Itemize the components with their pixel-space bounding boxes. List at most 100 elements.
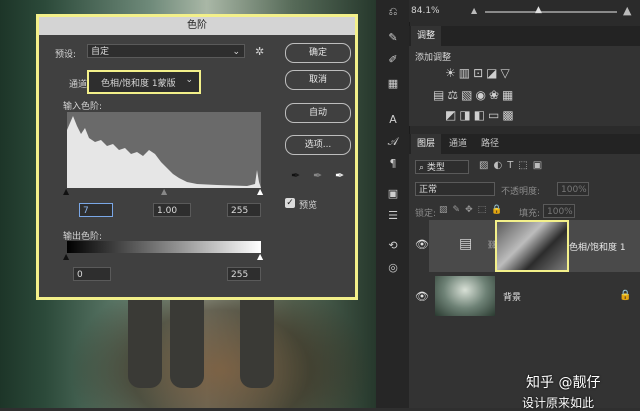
adjustment-icons-row-2[interactable]: ▤⚖▧◉❀▦ <box>433 88 516 102</box>
paragraph-icon[interactable]: ¶ <box>385 156 401 172</box>
preset-gear-icon[interactable]: ✲ <box>255 45 264 58</box>
opacity-label: 不透明度: <box>501 187 541 197</box>
chevron-down-icon: ⌄ <box>232 47 240 57</box>
libraries-icon[interactable]: ◎ <box>385 260 401 276</box>
channel-mixer-icon[interactable]: ❀ <box>489 88 502 102</box>
swatches-icon[interactable]: ▦ <box>385 76 401 92</box>
layers-tabbar: 图层 通道 路径 <box>409 134 640 154</box>
adjustment-icons-row-3[interactable]: ◩◨◧▭▩ <box>445 108 517 122</box>
layer-mask-thumbnail[interactable] <box>495 220 569 272</box>
lock-move-icon[interactable]: ✥ <box>465 205 478 215</box>
levels-icon[interactable]: ▥ <box>459 66 473 80</box>
input-levels-label: 输入色阶: <box>63 102 103 112</box>
layer-row-hue-sat[interactable]: 👁 ▤ ⛓ 色相/饱和度 1 <box>415 220 640 272</box>
output-black-field[interactable]: 0 <box>73 267 111 281</box>
adjustment-icons-row-1[interactable]: ☀▥⊡◪▽ <box>445 66 513 80</box>
preview-checkbox[interactable]: ✓ <box>285 198 295 208</box>
clone-icon[interactable]: ✐ <box>385 52 401 68</box>
invert-icon[interactable]: ◩ <box>445 108 459 122</box>
layer-row-background[interactable]: 👁 背景 🔒 <box>415 276 640 318</box>
input-slider-track[interactable]: ▲ ▲ ▲ <box>63 187 263 196</box>
threshold-icon[interactable]: ◧ <box>474 108 488 122</box>
white-eyedropper-icon[interactable]: ✒ <box>335 169 344 182</box>
color-balance-icon[interactable]: ⚖ <box>447 88 461 102</box>
filter-type-icon[interactable]: T <box>507 160 518 171</box>
preset-value: 自定 <box>91 47 110 57</box>
brightness-icon[interactable]: ☀ <box>445 66 459 80</box>
cancel-button[interactable]: 取消 <box>285 70 351 90</box>
opacity-field[interactable]: 100% <box>557 182 589 196</box>
lock-paint-icon[interactable]: ✎ <box>453 205 466 215</box>
output-black-handle[interactable]: ▲ <box>63 252 69 261</box>
lock-all-icon[interactable]: 🔒 <box>491 205 507 215</box>
input-gamma-field[interactable]: 1.00 <box>153 203 191 217</box>
zoom-slider-handle[interactable]: ▲ <box>535 5 542 15</box>
channel-select[interactable]: 色相/饱和度 1蒙版 ⌄ <box>87 70 201 94</box>
add-adjustment-label: 添加调整 <box>415 53 452 63</box>
adjustments-tabbar: 调整 <box>409 26 640 46</box>
gray-eyedropper-icon[interactable]: ✒ <box>313 169 322 182</box>
filter-smart-icon[interactable]: ▣ <box>533 160 547 171</box>
options-button[interactable]: 选项... <box>285 135 351 155</box>
gamma-handle[interactable]: ▲ <box>161 187 167 196</box>
output-white-handle[interactable]: ▲ <box>257 252 263 261</box>
selective-color-icon[interactable]: ▩ <box>502 108 516 122</box>
channel-value: 色相/饱和度 1蒙版 <box>101 79 176 89</box>
filter-pixel-icon[interactable]: ▨ <box>479 160 493 171</box>
zoom-slider-track[interactable] <box>485 11 617 13</box>
mountain-small-icon[interactable]: ▲ <box>471 6 477 15</box>
visibility-eye-icon[interactable]: 👁 <box>415 238 429 251</box>
exposure-icon[interactable]: ◪ <box>486 66 500 80</box>
blend-mode-select[interactable]: 正常 <box>415 182 495 196</box>
mountain-large-icon[interactable]: ▲ <box>623 4 631 17</box>
tab-layers[interactable]: 图层 <box>411 134 442 154</box>
layer-name[interactable]: 色相/饱和度 1 <box>569 240 626 253</box>
color-lookup-icon[interactable]: ▦ <box>502 88 516 102</box>
character-icon[interactable]: A <box>385 112 401 128</box>
navigator-icon[interactable]: ▣ <box>385 186 401 202</box>
input-black-field[interactable]: 7 <box>79 203 113 217</box>
tab-paths[interactable]: 路径 <box>475 134 505 154</box>
posterize-icon[interactable]: ◨ <box>459 108 473 122</box>
gradient-map-icon[interactable]: ▭ <box>488 108 502 122</box>
layer-filter-select[interactable]: ⌕ 类型 <box>415 160 469 174</box>
input-white-field[interactable]: 255 <box>227 203 261 217</box>
bw-icon[interactable]: ▧ <box>461 88 475 102</box>
lock-artboard-icon[interactable]: ⬚ <box>478 205 492 215</box>
brush-icon[interactable]: ✎ <box>385 30 401 46</box>
glyphs-icon[interactable]: 𝒜 <box>385 134 401 150</box>
output-gradient-bar <box>67 241 261 253</box>
background-thumbnail[interactable] <box>435 276 495 316</box>
hue-sat-icon[interactable]: ▤ <box>433 88 447 102</box>
tab-channels[interactable]: 通道 <box>443 134 473 154</box>
curves-icon[interactable]: ⊡ <box>473 66 486 80</box>
preview-label: 预览 <box>299 201 318 211</box>
layer-filter-icons[interactable]: ▨◐T⬚▣ <box>479 160 547 171</box>
preset-select[interactable]: 自定 ⌄ <box>87 44 245 58</box>
vibrance-icon[interactable]: ▽ <box>501 66 513 80</box>
fill-field[interactable]: 100% <box>543 204 575 218</box>
black-eyedropper-icon[interactable]: ✒ <box>291 169 300 182</box>
share-icon[interactable]: ⟲ <box>385 238 401 254</box>
tab-adjustments[interactable]: 调整 <box>411 26 442 46</box>
histogram <box>67 112 261 188</box>
navigator-bar: 84.1% ▲ ▲ ▲ <box>409 0 640 22</box>
lock-icon: 🔒 <box>619 290 632 301</box>
filter-label: 类型 <box>426 163 445 173</box>
auto-button[interactable]: 自动 <box>285 103 351 123</box>
filter-shape-icon[interactable]: ⬚ <box>518 160 532 171</box>
fill-label: 填充: <box>519 209 541 219</box>
photo-filter-icon[interactable]: ◉ <box>475 88 488 102</box>
lock-icons[interactable]: ▨✎✥⬚🔒 <box>439 205 507 215</box>
lock-pixels-icon[interactable]: ▨ <box>439 205 453 215</box>
black-point-handle[interactable]: ▲ <box>63 187 69 196</box>
ok-button[interactable]: 确定 <box>285 43 351 63</box>
properties-icon[interactable]: ☰ <box>385 208 401 224</box>
output-white-field[interactable]: 255 <box>227 267 261 281</box>
history-icon[interactable]: ⎌ <box>385 4 401 20</box>
zoom-value: 84.1% <box>411 6 440 16</box>
visibility-eye-icon[interactable]: 👁 <box>415 290 429 303</box>
white-point-handle[interactable]: ▲ <box>257 187 263 196</box>
filter-adjust-icon[interactable]: ◐ <box>493 160 507 171</box>
layer-name[interactable]: 背景 <box>503 290 521 303</box>
